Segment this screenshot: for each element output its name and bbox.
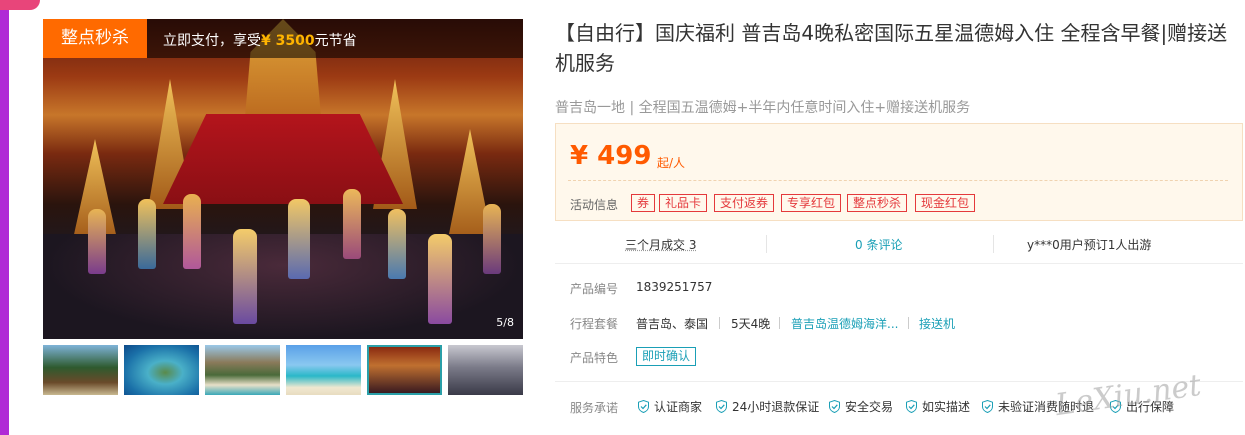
photo-dancer xyxy=(343,189,361,259)
photo-stage-steps xyxy=(163,114,403,204)
shield-check-icon xyxy=(982,400,993,413)
service-promise-label: 服务承诺 xyxy=(570,401,619,415)
price-box: ¥ 499 起/人 活动信息 券 礼品卡 支付返券 专享红包 整点秒杀 现金红包 xyxy=(555,123,1243,221)
package-hotel-link[interactable]: 普吉岛温德姆海洋... xyxy=(791,315,898,332)
price-divider xyxy=(568,180,1228,181)
price-value: ¥ 499 xyxy=(570,141,652,171)
product-code-label: 产品编号 xyxy=(570,282,619,296)
thumbnail-island-aerial[interactable] xyxy=(124,345,199,395)
thumbnail-limestone-cliffs[interactable] xyxy=(205,345,280,395)
stats-divider xyxy=(993,235,994,253)
thumbnail-hotel-gym[interactable] xyxy=(448,345,523,395)
photo-counter: 5/8 xyxy=(496,316,514,329)
promo-text: 立即支付，享受¥ 3500元节省 xyxy=(163,30,357,50)
left-accent-corner xyxy=(0,0,40,10)
stats-row: 三个月成交 3 0 条评论 y***0用户预订1人出游 xyxy=(555,233,1243,255)
left-accent-bar xyxy=(0,0,9,435)
promise-item: 认证商家 xyxy=(638,398,702,415)
photo-dancer xyxy=(233,229,257,324)
promise-text: 安全交易 xyxy=(845,400,894,414)
package-separator xyxy=(908,317,909,329)
photo-dancer xyxy=(183,194,201,269)
package-duration: 5天4晚 xyxy=(731,317,771,331)
package-label: 行程套餐 xyxy=(570,317,619,331)
promo-amount: ¥ 3500 xyxy=(261,33,315,49)
package-separator xyxy=(779,317,780,329)
promise-item: 24小时退款保证 xyxy=(716,398,819,415)
divider xyxy=(555,263,1243,264)
stats-divider xyxy=(766,235,767,253)
product-title: 【自由行】国庆福利 普吉岛4晚私密国际五星温德姆入住 全程含早餐|赠接送机服务 xyxy=(555,21,1228,75)
promo-prefix: 立即支付，享受 xyxy=(163,33,261,49)
shield-check-icon xyxy=(906,400,917,413)
activity-tag-exclusive-red-packet[interactable]: 专享红包 xyxy=(781,194,842,212)
photo-dancer xyxy=(88,209,106,274)
feature-label: 产品特色 xyxy=(570,351,619,365)
shield-check-icon xyxy=(638,400,649,413)
main-photo[interactable]: 整点秒杀 立即支付，享受¥ 3500元节省 5/8 xyxy=(43,19,523,339)
photo-dancer xyxy=(288,199,310,279)
photo-dancer xyxy=(388,209,406,279)
review-count-link[interactable]: 0 条评论 xyxy=(855,236,902,253)
activity-label: 活动信息 xyxy=(570,198,619,212)
promise-text: 认证商家 xyxy=(654,400,703,414)
activity-tag-cash-red-packet[interactable]: 现金红包 xyxy=(915,194,976,212)
thumbnail-strip xyxy=(43,345,523,395)
promise-text: 24小时退款保证 xyxy=(732,400,820,414)
product-code-value: 1839251757 xyxy=(636,280,713,294)
package-destination: 普吉岛、泰国 xyxy=(636,317,709,331)
shield-check-icon xyxy=(716,400,727,413)
thumbnail-blue-beach[interactable] xyxy=(286,345,361,395)
flash-sale-badge: 整点秒杀 xyxy=(43,19,147,58)
promise-item: 安全交易 xyxy=(829,398,893,415)
promise-text: 如实描述 xyxy=(922,400,971,414)
sales-count[interactable]: 三个月成交 3 xyxy=(625,236,696,253)
promo-suffix: 元节省 xyxy=(314,33,357,49)
package-separator xyxy=(719,317,720,329)
instant-confirm-tag: 即时确认 xyxy=(636,347,697,366)
shield-check-icon xyxy=(829,400,840,413)
price-unit: 起/人 xyxy=(657,156,686,170)
product-subtitle: 普吉岛一地 | 全程国五温德姆+半年内任意时间入住+赠接送机服务 xyxy=(555,100,971,116)
activity-tag-coupon[interactable]: 券 xyxy=(631,194,656,212)
recent-booking: y***0用户预订1人出游 xyxy=(1027,238,1152,252)
photo-dancer xyxy=(428,234,452,324)
photo-dancer xyxy=(483,204,501,274)
promise-item: 如实描述 xyxy=(906,398,970,415)
activity-tag-flash-sale[interactable]: 整点秒杀 xyxy=(847,194,908,212)
activity-tag-gift-card[interactable]: 礼品卡 xyxy=(659,194,708,212)
photo-dancer xyxy=(138,199,156,269)
package-transfer-link[interactable]: 接送机 xyxy=(919,315,955,332)
thumbnail-beach-resort[interactable] xyxy=(43,345,118,395)
thumbnail-thai-dance-show[interactable] xyxy=(367,345,442,395)
activity-tag-pay-return[interactable]: 支付返券 xyxy=(714,194,775,212)
